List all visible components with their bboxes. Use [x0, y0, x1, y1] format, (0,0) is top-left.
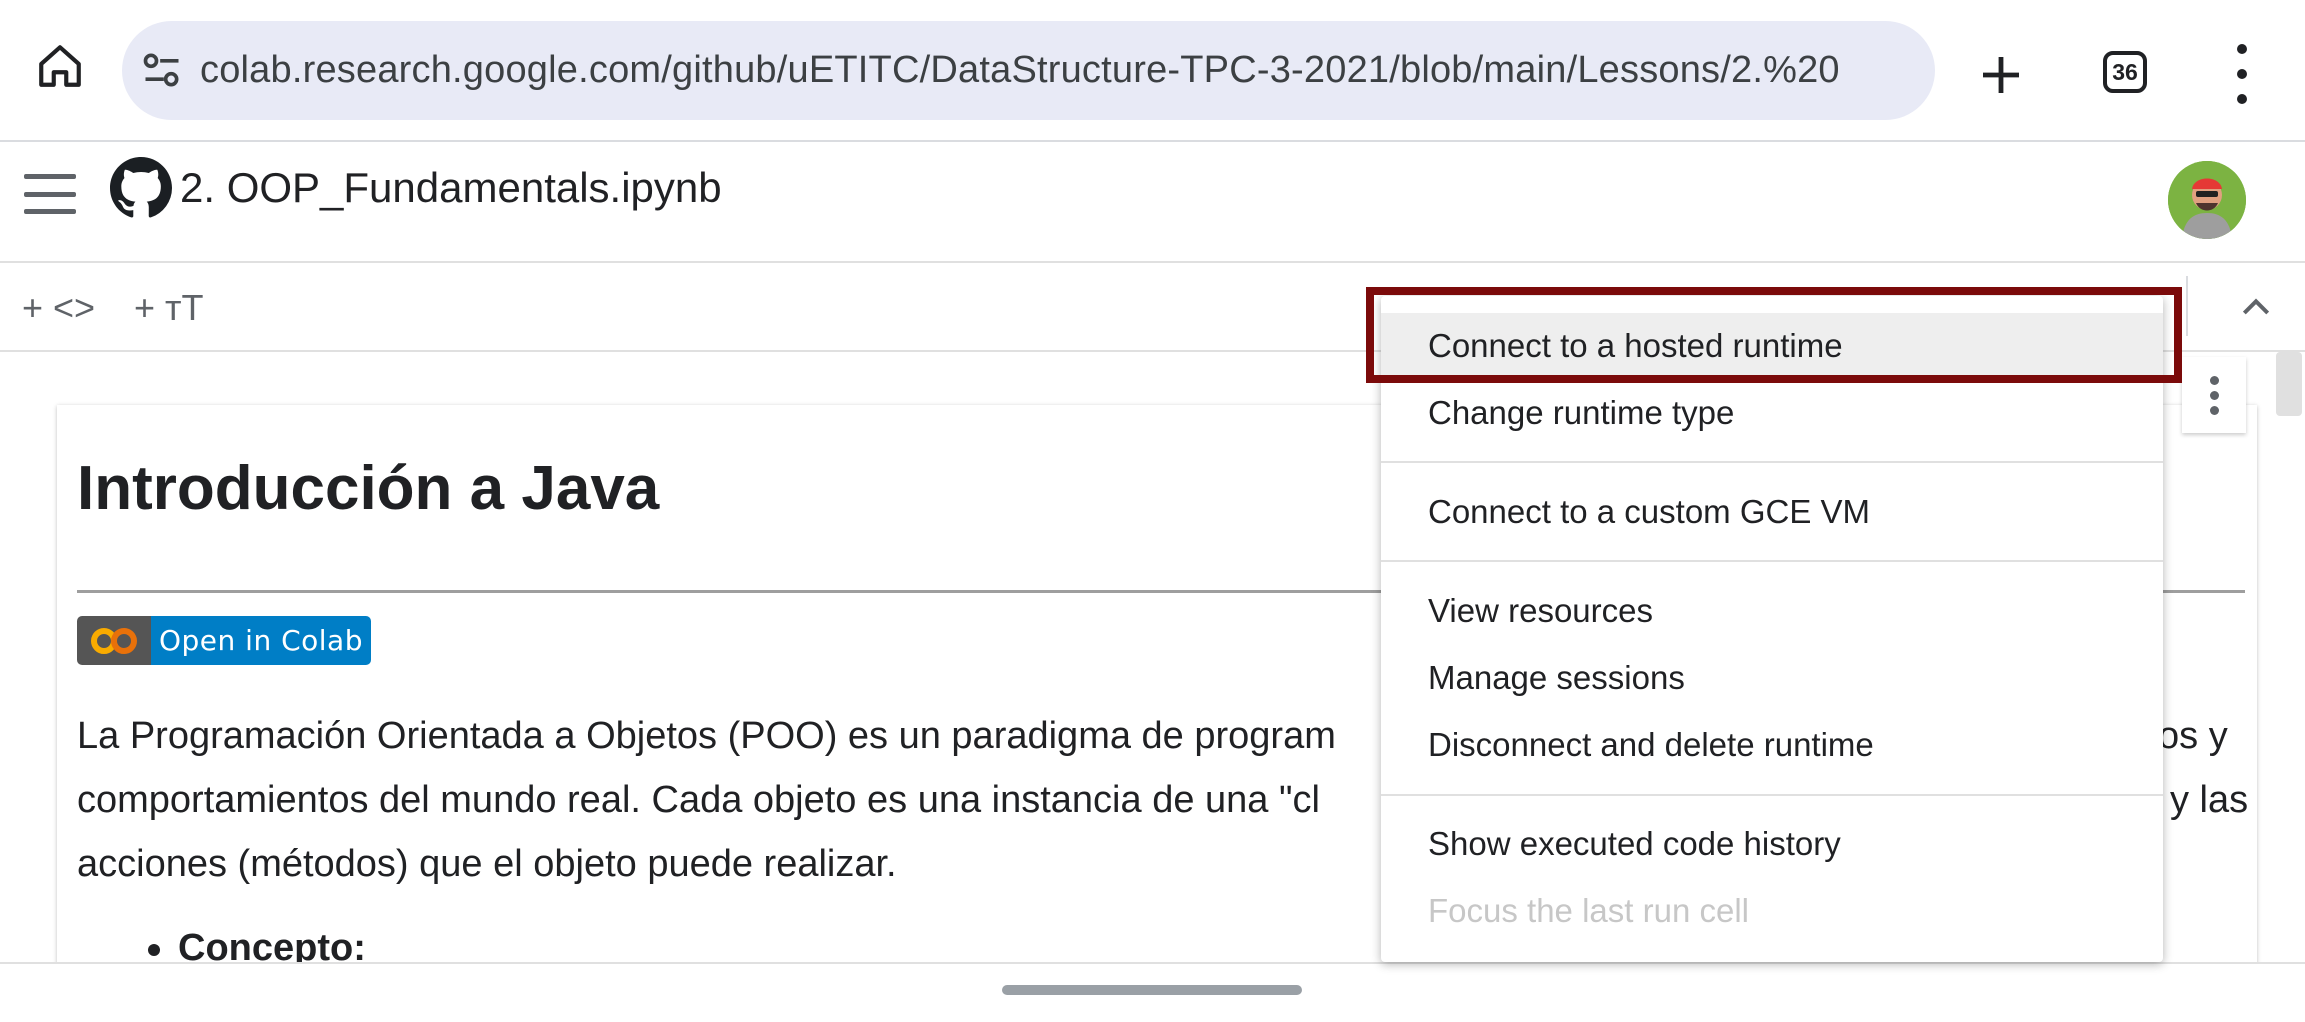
- menu-item-connect-custom-gce-vm[interactable]: Connect to a custom GCE VM: [1381, 479, 2163, 545]
- menu-item-show-executed-code-history[interactable]: Show executed code history: [1381, 811, 2163, 877]
- paragraph-line: La Programación Orientada a Objetos (POO…: [77, 715, 1336, 757]
- cell-heading: Introducción a Java: [77, 454, 660, 523]
- more-vert-icon: [2237, 44, 2247, 54]
- gesture-handle[interactable]: [1002, 985, 1302, 995]
- add-code-cell-button[interactable]: + <>: [22, 288, 95, 328]
- menu-item-focus-last-run-cell: Focus the last run cell: [1428, 892, 1749, 929]
- menu-separator: [1381, 461, 2163, 463]
- colab-logo-icon: [77, 616, 151, 665]
- home-icon: [39, 45, 81, 87]
- toolbar-divider: [2186, 276, 2188, 336]
- bullet-dot: [148, 944, 160, 956]
- menu-item-change-runtime-type[interactable]: Change runtime type: [1381, 380, 2163, 446]
- tune-icon: [143, 53, 179, 87]
- browser-menu-button[interactable]: [2222, 44, 2262, 104]
- add-text-cell-button[interactable]: + ᴛT: [134, 288, 204, 328]
- paragraph-line: acciones (métodos) que el objeto puede r…: [77, 843, 897, 885]
- home-button[interactable]: [24, 30, 96, 102]
- tab-count: 36: [2112, 58, 2138, 85]
- badge-label: Open in Colab: [151, 616, 371, 665]
- scrollbar-thumb[interactable]: [2276, 352, 2302, 416]
- new-tab-button[interactable]: [1966, 40, 2036, 110]
- menu-separator: [1381, 794, 2163, 796]
- hamburger-icon[interactable]: [24, 174, 76, 214]
- menu-item-view-resources[interactable]: View resources: [1381, 578, 2163, 644]
- plus-icon: [1983, 57, 2019, 93]
- github-icon: [110, 157, 172, 219]
- menu-item-manage-sessions[interactable]: Manage sessions: [1381, 645, 2163, 711]
- highlight-annotation-box: [1366, 287, 2182, 383]
- open-in-colab-badge[interactable]: Open in Colab: [77, 616, 371, 665]
- paragraph-line-fragment: os y: [2158, 715, 2228, 757]
- url-text[interactable]: colab.research.google.com/github/uETITC/…: [200, 44, 1918, 96]
- tab-switcher-button[interactable]: 36: [2103, 51, 2147, 93]
- collapse-header-button[interactable]: [2234, 288, 2278, 328]
- paragraph-line: comportamientos del mundo real. Cada obj…: [77, 779, 1320, 821]
- notebook-title[interactable]: 2. OOP_Fundamentals.ipynb: [180, 160, 722, 216]
- site-info-button[interactable]: [140, 48, 184, 92]
- chevron-up-icon: [2242, 298, 2270, 315]
- menu-separator: [1381, 560, 2163, 562]
- menu-item-disconnect-delete-runtime[interactable]: Disconnect and delete runtime: [1381, 712, 2163, 778]
- avatar[interactable]: [2168, 161, 2246, 239]
- paragraph-line-fragment: y las: [2170, 779, 2249, 821]
- cell-more-button[interactable]: [2182, 357, 2246, 433]
- more-vert-icon: [2209, 375, 2219, 385]
